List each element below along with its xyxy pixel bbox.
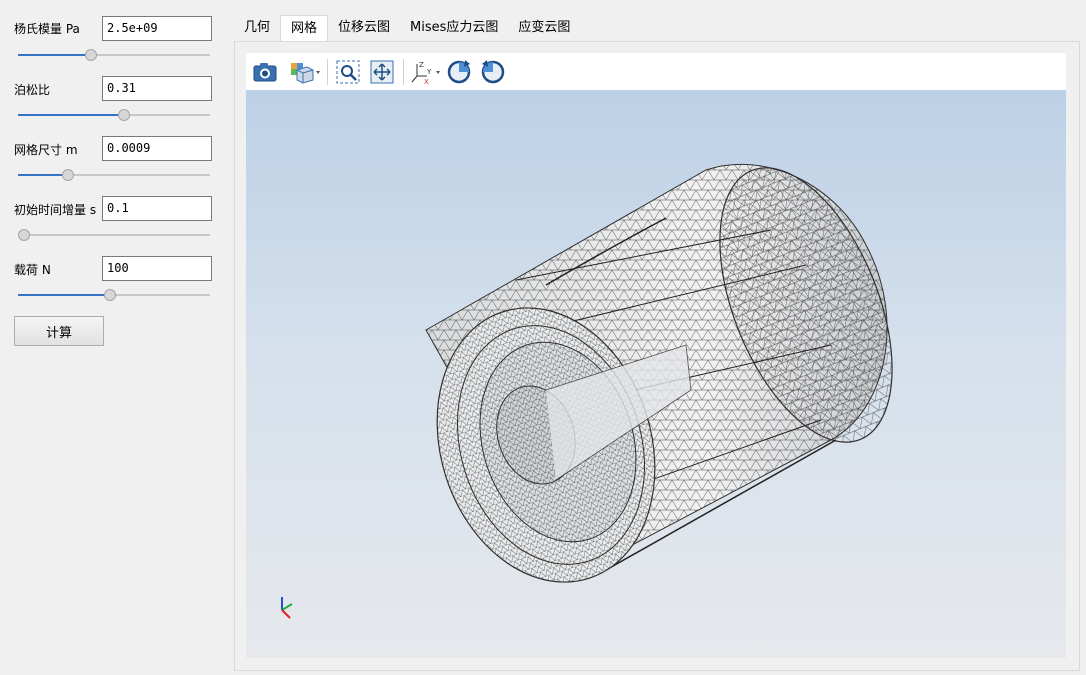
mesh-model [281,163,893,619]
initial-time-increment-label: 初始时间增量 s [14,203,97,217]
axis-triad-icon [281,597,293,619]
slider-thumb[interactable] [61,169,74,181]
slider-thumb[interactable] [104,289,117,301]
rotate-counterclockwise-icon[interactable] [479,58,507,86]
poisson-ratio-label: 泊松比 [14,83,51,97]
toolbar-separator [327,59,328,85]
youngs-modulus-input[interactable]: 2.5e+09 [102,16,212,41]
mesh-size-slider[interactable] [18,168,210,182]
initial-time-increment-slider[interactable] [18,228,210,242]
viewer-toolbar: Z Y X [246,53,1066,90]
axis-y-label: Y [426,68,432,76]
tab-strain[interactable]: 应变云图 [508,15,580,41]
tab-geometry[interactable]: 几何 [234,15,280,41]
result-tabs: 几何 网格 位移云图 Mises应力云图 应变云图 [234,15,580,41]
display-mode-icon[interactable] [288,58,320,86]
view-orientation-icon[interactable]: Z Y X [409,58,443,86]
youngs-modulus-label: 杨氏模量 Pa [14,22,80,36]
fit-all-icon[interactable] [368,58,396,86]
poisson-ratio-slider[interactable] [18,108,210,122]
mesh-size-input[interactable]: 0.0009 [102,136,212,161]
load-slider[interactable] [18,288,210,302]
load-input[interactable]: 100 [102,256,212,281]
tab-mises-stress[interactable]: Mises应力云图 [400,15,508,41]
tab-mesh[interactable]: 网格 [280,15,329,41]
calculate-button[interactable]: 计算 [14,316,104,346]
initial-time-increment-input[interactable]: 0.1 [102,196,212,221]
mesh-size-label: 网格尺寸 m [14,143,78,157]
toolbar-separator [403,59,404,85]
mesh-viewport[interactable] [246,90,1066,658]
poisson-ratio-input[interactable]: 0.31 [102,76,212,101]
axis-z-label: Z [419,61,424,69]
camera-screenshot-icon[interactable] [251,58,279,86]
rotate-clockwise-icon[interactable] [445,58,473,86]
slider-thumb[interactable] [84,49,97,61]
slider-thumb[interactable] [117,109,130,121]
youngs-modulus-slider[interactable] [18,48,210,62]
load-label: 载荷 N [14,263,51,277]
slider-thumb[interactable] [18,229,30,241]
zoom-box-icon[interactable] [334,58,362,86]
axis-x-label: X [424,78,429,86]
tab-displacement[interactable]: 位移云图 [328,15,400,41]
